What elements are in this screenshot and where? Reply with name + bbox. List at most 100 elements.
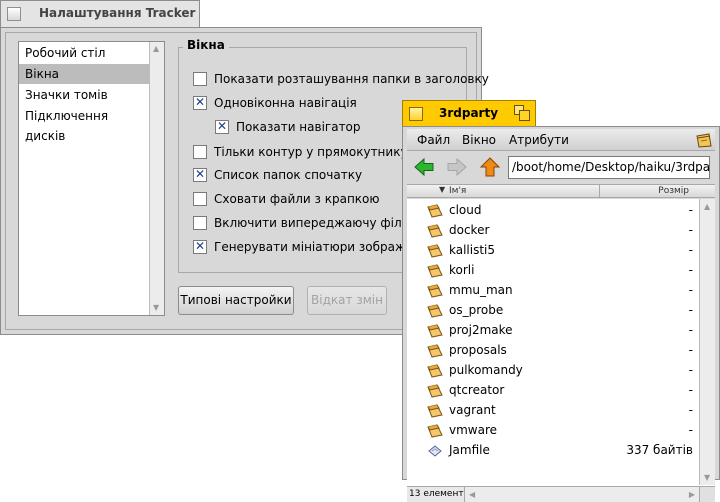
- category-list[interactable]: Робочий стіл Вікна Значки томів Підключе…: [18, 41, 165, 316]
- close-box-icon[interactable]: [409, 107, 423, 121]
- folder-icon: [427, 303, 443, 319]
- folder-row[interactable]: os_probe -: [407, 301, 699, 321]
- file-size: 337 байтів: [626, 443, 693, 457]
- checkbox[interactable]: [193, 192, 207, 206]
- category-item-label: Вікна: [25, 67, 60, 81]
- file-list[interactable]: cloud - docker - kallisti5- korli - mmu_man - os_…: [407, 199, 699, 485]
- folder-icon: [427, 223, 443, 239]
- folder-window-tab[interactable]: 3rdparty: [402, 100, 536, 126]
- file-size: -: [688, 283, 693, 297]
- category-item-volume-icons[interactable]: Значки томів: [19, 85, 150, 105]
- file-row[interactable]: Jamfile 337 байтів: [407, 441, 699, 461]
- file-name: os_probe: [449, 303, 504, 317]
- menu-attributes[interactable]: Атрибути: [509, 133, 569, 147]
- column-header: ▼ Ім'я Розмір: [407, 184, 715, 198]
- folder-row[interactable]: cloud -: [407, 201, 699, 221]
- option-label: Показати розташування папки в заголовку: [214, 72, 489, 86]
- scroll-up-arrow-icon[interactable]: ▲: [704, 202, 710, 211]
- column-name-header[interactable]: Ім'я: [449, 185, 466, 198]
- category-list-scrollbar[interactable]: ▲ ▼: [149, 42, 164, 315]
- folder-icon: [427, 283, 443, 299]
- folder-row[interactable]: pulkomandy -: [407, 361, 699, 381]
- category-item-label: Значки томів: [25, 88, 108, 102]
- folder-icon: [427, 323, 443, 339]
- file-name: vagrant: [449, 403, 496, 417]
- file-name: proposals: [449, 343, 507, 357]
- menu-file[interactable]: Файл: [417, 133, 450, 147]
- folder-row[interactable]: korli -: [407, 261, 699, 281]
- scroll-left-arrow-icon[interactable]: ◀: [469, 490, 475, 499]
- menu-window[interactable]: Вікно: [462, 133, 496, 147]
- folder-window-3rdparty: 3rdparty Файл Вікно Атрибути /boot/home/…: [402, 100, 720, 502]
- file-size: -: [688, 303, 693, 317]
- file-size: -: [688, 363, 693, 377]
- folder-window-title: 3rdparty: [439, 106, 499, 120]
- category-item-windows[interactable]: Вікна: [19, 64, 150, 84]
- file-size: -: [688, 323, 693, 337]
- settings-window-tab[interactable]: Налаштування Tracker: [0, 0, 200, 27]
- file-name: qtcreator: [449, 383, 505, 397]
- close-box-icon[interactable]: [7, 7, 21, 21]
- file-name: pulkomandy: [449, 363, 523, 377]
- file-name: proj2make: [449, 323, 513, 337]
- folder-icon: [427, 243, 443, 259]
- file-size: -: [688, 203, 693, 217]
- revert-button[interactable]: Відкат змін: [307, 286, 387, 315]
- back-arrow-icon[interactable]: [413, 156, 435, 178]
- path-input[interactable]: /boot/home/Desktop/haiku/3rdparty: [508, 156, 710, 179]
- checkbox[interactable]: [193, 239, 207, 254]
- folder-row[interactable]: vmware -: [407, 421, 699, 441]
- checkbox[interactable]: [193, 167, 207, 182]
- horizontal-scrollbar[interactable]: ◀ ▶: [465, 487, 699, 502]
- tracker-menu-icon[interactable]: [695, 131, 713, 149]
- folder-icon: [427, 403, 443, 419]
- folder-row[interactable]: vagrant -: [407, 401, 699, 421]
- item-count: 13 елементів: [407, 487, 465, 502]
- checkbox[interactable]: [193, 145, 207, 159]
- navigator-bar: /boot/home/Desktop/haiku/3rdparty: [407, 152, 715, 182]
- up-arrow-icon[interactable]: [479, 156, 501, 178]
- scroll-right-arrow-icon[interactable]: ▶: [689, 490, 695, 499]
- defaults-button[interactable]: Типові настройки: [178, 286, 294, 315]
- sort-down-icon[interactable]: ▼: [439, 185, 445, 194]
- forward-arrow-icon[interactable]: [446, 156, 468, 178]
- column-separator[interactable]: [599, 185, 600, 198]
- checkbox[interactable]: [193, 216, 207, 230]
- option-label: Список папок спочатку: [214, 168, 363, 182]
- category-item-label: Підключення дисків: [25, 109, 109, 143]
- option-label: Генерувати мініатюри зображень: [214, 240, 429, 254]
- checkbox[interactable]: [193, 72, 207, 86]
- file-list-scrollbar[interactable]: ▲ ▼: [699, 199, 715, 485]
- settings-window-title: Налаштування Tracker: [39, 6, 196, 20]
- folder-row[interactable]: kallisti5 -: [407, 241, 699, 261]
- windows-group-title: Вікна: [183, 38, 229, 52]
- scroll-up-arrow-icon[interactable]: ▲: [153, 45, 159, 53]
- file-size: -: [688, 343, 693, 357]
- file-name: kallisti5: [449, 243, 496, 257]
- folder-row[interactable]: qtcreator -: [407, 381, 699, 401]
- folder-row[interactable]: proj2make -: [407, 321, 699, 341]
- folder-row[interactable]: proposals -: [407, 341, 699, 361]
- folder-row[interactable]: mmu_man -: [407, 281, 699, 301]
- zoom-box-icon[interactable]: [514, 105, 530, 121]
- folder-icon: [427, 203, 443, 219]
- category-item-disk-mount[interactable]: Підключення дисків: [19, 106, 150, 143]
- checkbox[interactable]: [215, 119, 229, 134]
- file-size: -: [688, 263, 693, 277]
- checkbox[interactable]: [193, 95, 207, 110]
- resize-grip-icon[interactable]: [699, 487, 715, 502]
- column-size-header[interactable]: Розмір: [658, 185, 689, 198]
- scroll-down-arrow-icon[interactable]: ▼: [153, 304, 159, 312]
- file-size: -: [688, 403, 693, 417]
- file-size: -: [688, 223, 693, 237]
- folder-icon: [427, 363, 443, 379]
- status-bar: 13 елементів ◀ ▶: [407, 486, 715, 502]
- folder-row[interactable]: docker -: [407, 221, 699, 241]
- option-label: Сховати файли з крапкою: [214, 192, 380, 206]
- option-label: Одновіконна навігація: [214, 96, 357, 110]
- file-name: mmu_man: [449, 283, 513, 297]
- scroll-down-arrow-icon[interactable]: ▼: [704, 473, 710, 482]
- file-name: docker: [449, 223, 490, 237]
- file-size: -: [688, 243, 693, 257]
- category-item-desktop[interactable]: Робочий стіл: [19, 43, 150, 63]
